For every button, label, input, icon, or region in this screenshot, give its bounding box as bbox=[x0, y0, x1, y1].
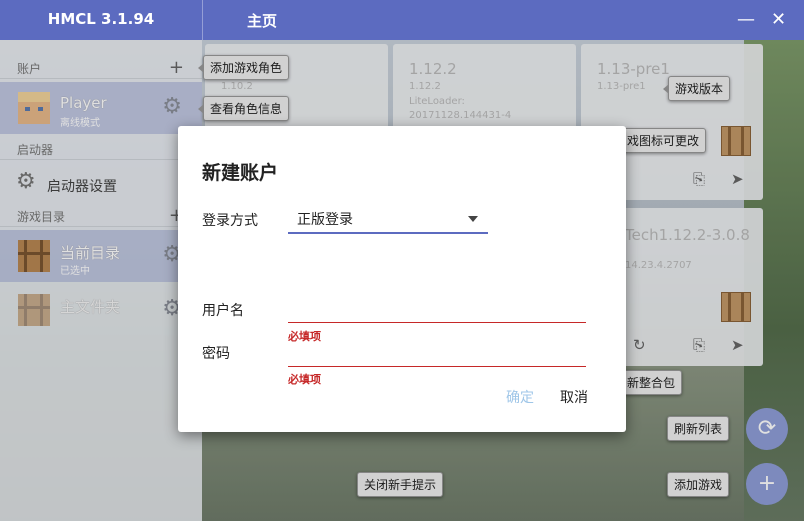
new-account-dialog: 新建账户 登录方式 正版登录 用户名 必填项 密码 必填项 确定 取消 bbox=[178, 126, 626, 432]
password-error: 必填项 bbox=[288, 373, 321, 386]
login-method-value: 正版登录 bbox=[297, 212, 353, 228]
cancel-button[interactable]: 取消 bbox=[560, 387, 588, 407]
login-method-select[interactable]: 正版登录 bbox=[288, 206, 488, 234]
chevron-down-icon bbox=[468, 216, 478, 222]
close-icon[interactable]: ✕ bbox=[771, 9, 786, 30]
page-title: 主页 bbox=[247, 12, 278, 30]
login-method-label: 登录方式 bbox=[202, 213, 258, 229]
minimize-icon[interactable]: — bbox=[737, 9, 755, 30]
title-bar: HMCL 3.1.94 主页 — ✕ bbox=[0, 0, 804, 40]
confirm-button[interactable]: 确定 bbox=[506, 387, 534, 407]
username-label: 用户名 bbox=[202, 303, 244, 319]
username-field[interactable] bbox=[288, 300, 586, 323]
app-title: HMCL 3.1.94 bbox=[47, 10, 155, 28]
username-error: 必填项 bbox=[288, 330, 321, 343]
dialog-title: 新建账户 bbox=[202, 162, 279, 184]
title-separator bbox=[202, 0, 203, 40]
password-label: 密码 bbox=[202, 346, 230, 362]
password-field[interactable] bbox=[288, 344, 586, 367]
